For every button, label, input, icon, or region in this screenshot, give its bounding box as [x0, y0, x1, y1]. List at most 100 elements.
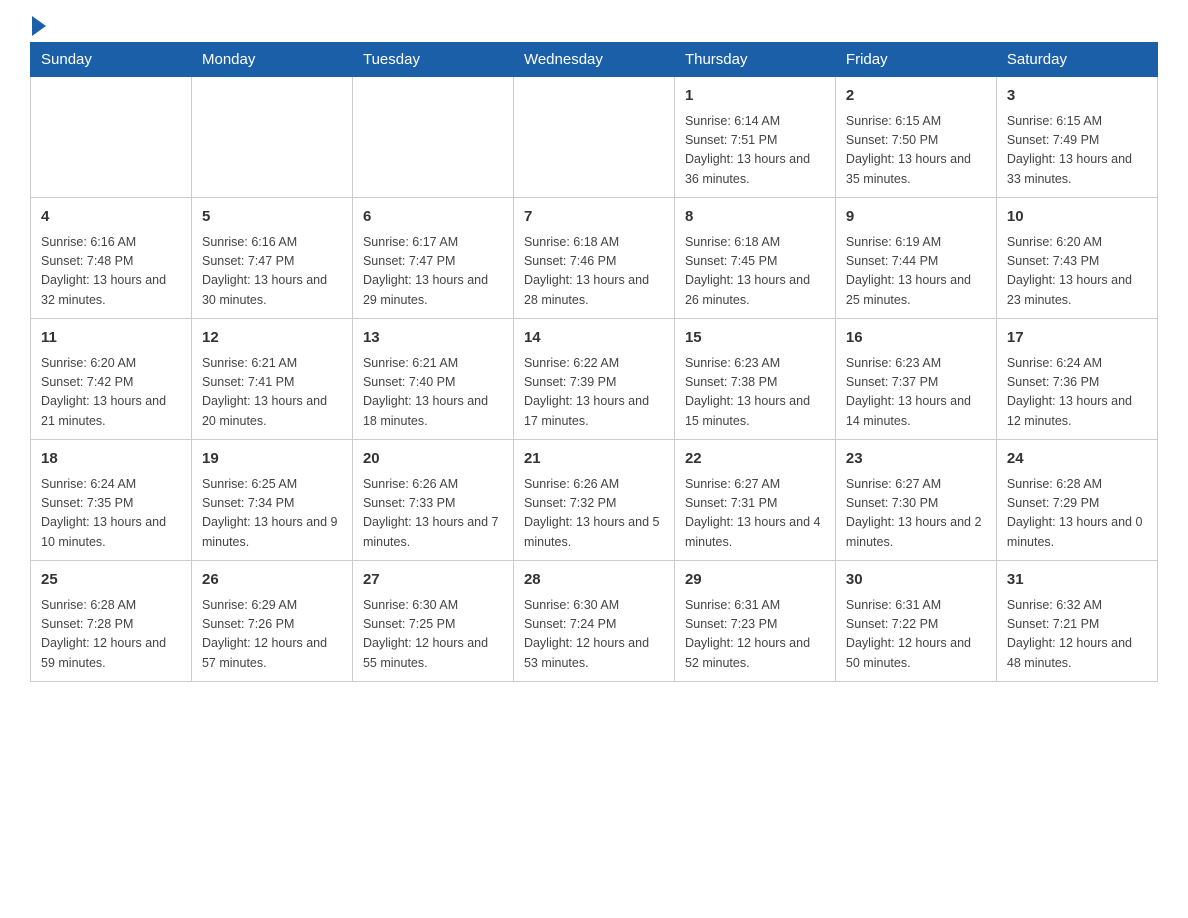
weekday-header-row: SundayMondayTuesdayWednesdayThursdayFrid…	[31, 43, 1158, 77]
day-info: Sunrise: 6:26 AM Sunset: 7:32 PM Dayligh…	[524, 475, 664, 553]
logo	[30, 20, 46, 36]
day-number: 6	[363, 206, 503, 229]
calendar-cell: 25 Sunrise: 6:28 AM Sunset: 7:28 PM Dayli…	[31, 561, 192, 682]
day-info: Sunrise: 6:15 AM Sunset: 7:49 PM Dayligh…	[1007, 112, 1147, 190]
calendar-cell: 23 Sunrise: 6:27 AM Sunset: 7:30 PM Dayli…	[835, 440, 996, 561]
day-info: Sunrise: 6:30 AM Sunset: 7:25 PM Dayligh…	[363, 596, 503, 674]
calendar-cell: 2 Sunrise: 6:15 AM Sunset: 7:50 PM Daylig…	[835, 77, 996, 198]
calendar-table: SundayMondayTuesdayWednesdayThursdayFrid…	[30, 42, 1158, 682]
day-number: 16	[846, 327, 986, 350]
day-info: Sunrise: 6:24 AM Sunset: 7:36 PM Dayligh…	[1007, 354, 1147, 432]
calendar-cell	[513, 77, 674, 198]
day-number: 2	[846, 85, 986, 108]
weekday-header-monday: Monday	[191, 43, 352, 77]
day-info: Sunrise: 6:31 AM Sunset: 7:23 PM Dayligh…	[685, 596, 825, 674]
day-info: Sunrise: 6:32 AM Sunset: 7:21 PM Dayligh…	[1007, 596, 1147, 674]
day-info: Sunrise: 6:16 AM Sunset: 7:48 PM Dayligh…	[41, 233, 181, 311]
day-number: 28	[524, 569, 664, 592]
day-info: Sunrise: 6:23 AM Sunset: 7:37 PM Dayligh…	[846, 354, 986, 432]
calendar-week-row: 11 Sunrise: 6:20 AM Sunset: 7:42 PM Dayli…	[31, 319, 1158, 440]
day-number: 9	[846, 206, 986, 229]
day-number: 26	[202, 569, 342, 592]
calendar-week-row: 18Sunrise: 6:24 AM Sunset: 7:35 PM Dayli…	[31, 440, 1158, 561]
day-number: 21	[524, 448, 664, 471]
calendar-cell: 8Sunrise: 6:18 AM Sunset: 7:45 PM Daylig…	[674, 198, 835, 319]
calendar-cell: 20 Sunrise: 6:26 AM Sunset: 7:33 PM Dayli…	[352, 440, 513, 561]
calendar-cell: 29 Sunrise: 6:31 AM Sunset: 7:23 PM Dayli…	[674, 561, 835, 682]
day-info: Sunrise: 6:26 AM Sunset: 7:33 PM Dayligh…	[363, 475, 503, 553]
day-number: 20	[363, 448, 503, 471]
day-number: 10	[1007, 206, 1147, 229]
calendar-cell	[191, 77, 352, 198]
calendar-cell: 13Sunrise: 6:21 AM Sunset: 7:40 PM Dayli…	[352, 319, 513, 440]
weekday-header-thursday: Thursday	[674, 43, 835, 77]
day-number: 5	[202, 206, 342, 229]
day-info: Sunrise: 6:16 AM Sunset: 7:47 PM Dayligh…	[202, 233, 342, 311]
day-info: Sunrise: 6:29 AM Sunset: 7:26 PM Dayligh…	[202, 596, 342, 674]
calendar-cell: 31Sunrise: 6:32 AM Sunset: 7:21 PM Dayli…	[996, 561, 1157, 682]
calendar-week-row: 4 Sunrise: 6:16 AM Sunset: 7:48 PM Daylig…	[31, 198, 1158, 319]
day-info: Sunrise: 6:19 AM Sunset: 7:44 PM Dayligh…	[846, 233, 986, 311]
day-number: 7	[524, 206, 664, 229]
calendar-cell: 30 Sunrise: 6:31 AM Sunset: 7:22 PM Dayli…	[835, 561, 996, 682]
calendar-cell: 16 Sunrise: 6:23 AM Sunset: 7:37 PM Dayli…	[835, 319, 996, 440]
weekday-header-saturday: Saturday	[996, 43, 1157, 77]
day-number: 17	[1007, 327, 1147, 350]
day-info: Sunrise: 6:27 AM Sunset: 7:30 PM Dayligh…	[846, 475, 986, 553]
logo-triangle-icon	[32, 16, 46, 36]
page-header	[30, 20, 1158, 32]
calendar-cell: 24 Sunrise: 6:28 AM Sunset: 7:29 PM Dayli…	[996, 440, 1157, 561]
day-info: Sunrise: 6:14 AM Sunset: 7:51 PM Dayligh…	[685, 112, 825, 190]
day-number: 27	[363, 569, 503, 592]
day-info: Sunrise: 6:27 AM Sunset: 7:31 PM Dayligh…	[685, 475, 825, 553]
day-info: Sunrise: 6:15 AM Sunset: 7:50 PM Dayligh…	[846, 112, 986, 190]
day-number: 30	[846, 569, 986, 592]
day-info: Sunrise: 6:25 AM Sunset: 7:34 PM Dayligh…	[202, 475, 342, 553]
day-number: 23	[846, 448, 986, 471]
day-number: 11	[41, 327, 181, 350]
day-number: 24	[1007, 448, 1147, 471]
day-info: Sunrise: 6:30 AM Sunset: 7:24 PM Dayligh…	[524, 596, 664, 674]
day-info: Sunrise: 6:21 AM Sunset: 7:41 PM Dayligh…	[202, 354, 342, 432]
day-info: Sunrise: 6:28 AM Sunset: 7:29 PM Dayligh…	[1007, 475, 1147, 553]
logo-area	[30, 20, 46, 32]
day-info: Sunrise: 6:24 AM Sunset: 7:35 PM Dayligh…	[41, 475, 181, 553]
day-number: 4	[41, 206, 181, 229]
day-info: Sunrise: 6:20 AM Sunset: 7:43 PM Dayligh…	[1007, 233, 1147, 311]
day-info: Sunrise: 6:20 AM Sunset: 7:42 PM Dayligh…	[41, 354, 181, 432]
weekday-header-sunday: Sunday	[31, 43, 192, 77]
day-number: 14	[524, 327, 664, 350]
calendar-cell: 5 Sunrise: 6:16 AM Sunset: 7:47 PM Daylig…	[191, 198, 352, 319]
day-number: 15	[685, 327, 825, 350]
calendar-cell: 18Sunrise: 6:24 AM Sunset: 7:35 PM Dayli…	[31, 440, 192, 561]
calendar-cell: 12 Sunrise: 6:21 AM Sunset: 7:41 PM Dayli…	[191, 319, 352, 440]
day-number: 25	[41, 569, 181, 592]
day-number: 12	[202, 327, 342, 350]
calendar-cell: 17 Sunrise: 6:24 AM Sunset: 7:36 PM Dayli…	[996, 319, 1157, 440]
calendar-cell: 28 Sunrise: 6:30 AM Sunset: 7:24 PM Dayli…	[513, 561, 674, 682]
calendar-cell: 1 Sunrise: 6:14 AM Sunset: 7:51 PM Daylig…	[674, 77, 835, 198]
day-info: Sunrise: 6:23 AM Sunset: 7:38 PM Dayligh…	[685, 354, 825, 432]
day-info: Sunrise: 6:28 AM Sunset: 7:28 PM Dayligh…	[41, 596, 181, 674]
day-info: Sunrise: 6:18 AM Sunset: 7:45 PM Dayligh…	[685, 233, 825, 311]
calendar-cell: 19Sunrise: 6:25 AM Sunset: 7:34 PM Dayli…	[191, 440, 352, 561]
calendar-cell: 4 Sunrise: 6:16 AM Sunset: 7:48 PM Daylig…	[31, 198, 192, 319]
day-number: 1	[685, 85, 825, 108]
day-number: 3	[1007, 85, 1147, 108]
day-info: Sunrise: 6:17 AM Sunset: 7:47 PM Dayligh…	[363, 233, 503, 311]
calendar-cell	[352, 77, 513, 198]
calendar-cell: 22 Sunrise: 6:27 AM Sunset: 7:31 PM Dayli…	[674, 440, 835, 561]
calendar-week-row: 25 Sunrise: 6:28 AM Sunset: 7:28 PM Dayli…	[31, 561, 1158, 682]
calendar-week-row: 1 Sunrise: 6:14 AM Sunset: 7:51 PM Daylig…	[31, 77, 1158, 198]
weekday-header-tuesday: Tuesday	[352, 43, 513, 77]
calendar-cell: 27 Sunrise: 6:30 AM Sunset: 7:25 PM Dayli…	[352, 561, 513, 682]
day-info: Sunrise: 6:18 AM Sunset: 7:46 PM Dayligh…	[524, 233, 664, 311]
calendar-cell: 10 Sunrise: 6:20 AM Sunset: 7:43 PM Dayli…	[996, 198, 1157, 319]
day-number: 29	[685, 569, 825, 592]
day-number: 22	[685, 448, 825, 471]
calendar-cell: 11 Sunrise: 6:20 AM Sunset: 7:42 PM Dayli…	[31, 319, 192, 440]
weekday-header-friday: Friday	[835, 43, 996, 77]
calendar-cell: 3 Sunrise: 6:15 AM Sunset: 7:49 PM Daylig…	[996, 77, 1157, 198]
calendar-cell	[31, 77, 192, 198]
day-info: Sunrise: 6:31 AM Sunset: 7:22 PM Dayligh…	[846, 596, 986, 674]
